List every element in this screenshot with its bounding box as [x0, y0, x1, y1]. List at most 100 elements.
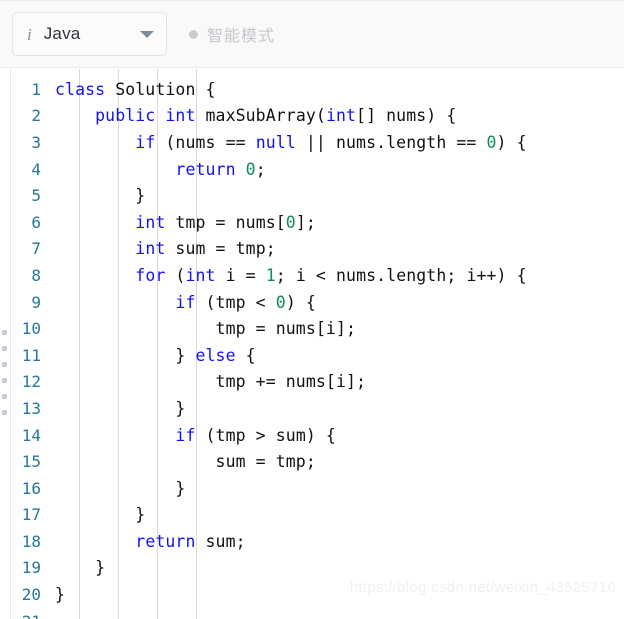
code-line[interactable]: 5 } — [11, 182, 624, 209]
handle-dot — [2, 346, 7, 351]
code-line[interactable]: 2 public int maxSubArray(int[] nums) { — [11, 103, 624, 130]
code-token: Solution { — [105, 79, 216, 99]
code-token: int — [135, 212, 166, 232]
code-line[interactable]: 9 if (tmp < 0) { — [11, 289, 624, 316]
line-number: 14 — [21, 425, 41, 445]
code-token: ) { — [496, 132, 527, 152]
line-number: 21 — [11, 612, 55, 619]
line-number: 9 — [31, 292, 41, 312]
panel-resize-handle[interactable] — [2, 330, 10, 415]
code-token: tmp = nums[ — [165, 212, 286, 232]
code-token: ; — [255, 159, 266, 179]
code-token: [] nums) { — [356, 106, 457, 126]
code-line[interactable]: 18 return sum; — [11, 528, 624, 555]
code-token: } — [55, 585, 66, 605]
code-token: { — [235, 345, 256, 365]
line-number: 1 — [31, 79, 41, 99]
code-token: } — [55, 398, 186, 418]
language-selector-label: Java — [43, 24, 81, 43]
handle-dot — [2, 410, 7, 415]
line-number: 11 — [21, 345, 41, 365]
code-text[interactable]: class Solution { — [55, 80, 216, 99]
code-line[interactable]: 19 } — [11, 555, 624, 582]
line-number: 10 — [21, 319, 41, 339]
code-token: tmp = nums[i]; — [55, 319, 357, 339]
code-token: || nums.length == — [295, 132, 487, 152]
code-token: maxSubArray( — [195, 106, 326, 126]
line-number: 8 — [31, 265, 41, 285]
code-token: (nums == — [155, 132, 256, 152]
code-text[interactable]: } else { — [55, 346, 256, 365]
line-number: 4 — [31, 159, 41, 179]
code-line-list[interactable]: 1 class Solution { 2 public int maxSubArra… — [11, 69, 624, 619]
code-token: int — [185, 265, 216, 285]
code-token: sum; — [195, 531, 246, 551]
code-text[interactable]: } — [55, 558, 105, 577]
code-line[interactable]: 3 if (nums == null || nums.length == 0) … — [11, 129, 624, 156]
code-text[interactable]: for (int i = 1; i < nums.length; i++) { — [55, 266, 527, 285]
language-selector[interactable]: i Java — [12, 12, 167, 56]
code-editor[interactable]: 1 class Solution { 2 public int maxSubArra… — [10, 69, 624, 619]
code-line[interactable]: 13 } — [11, 395, 624, 422]
line-number: 20 — [21, 585, 41, 605]
code-text[interactable]: tmp += nums[i]; — [55, 372, 366, 391]
smart-mode-toggle[interactable]: 智能模式 — [189, 22, 275, 46]
code-text[interactable]: int tmp = nums[0]; — [55, 213, 316, 232]
code-text[interactable]: sum = tmp; — [55, 452, 316, 471]
code-token: (tmp > sum) { — [195, 425, 336, 445]
code-token: } — [55, 558, 106, 578]
code-token: int — [325, 106, 357, 126]
code-text[interactable]: } — [55, 399, 185, 418]
code-line[interactable]: 14 if (tmp > sum) { — [11, 422, 624, 449]
code-token: return — [175, 159, 236, 179]
code-text[interactable]: return sum; — [55, 532, 246, 551]
code-token: null — [255, 132, 296, 152]
code-token: ; i < nums.length; i++) { — [275, 265, 527, 285]
code-line[interactable]: 6 int tmp = nums[0]; — [11, 209, 624, 236]
smart-mode-label: 智能模式 — [207, 28, 276, 45]
code-text[interactable]: } — [55, 505, 145, 524]
code-text[interactable]: } — [55, 479, 185, 498]
code-token: (tmp < — [195, 292, 276, 312]
code-text[interactable]: public int maxSubArray(int[] nums) { — [55, 106, 456, 125]
code-line[interactable]: 21 — [11, 608, 624, 619]
code-line[interactable]: 10 tmp = nums[i]; — [11, 315, 624, 342]
line-number: 13 — [21, 398, 41, 418]
status-dot-icon — [189, 29, 198, 39]
code-text[interactable]: } — [55, 585, 65, 604]
code-line[interactable]: 7 int sum = tmp; — [11, 236, 624, 263]
code-line[interactable]: 11 } else { — [11, 342, 624, 369]
line-number: 18 — [21, 531, 41, 551]
code-token: for — [135, 265, 166, 285]
code-line[interactable]: 4 return 0; — [11, 156, 624, 183]
code-text[interactable]: return 0; — [55, 160, 266, 179]
code-line[interactable]: 16 } — [11, 475, 624, 502]
line-number: 12 — [21, 372, 41, 392]
line-number: 3 — [31, 132, 41, 152]
code-line[interactable]: 8 for (int i = 1; i < nums.length; i++) … — [11, 262, 624, 289]
code-token: } — [55, 505, 146, 525]
code-text[interactable]: if (nums == null || nums.length == 0) { — [55, 133, 527, 152]
code-text[interactable]: if (tmp < 0) { — [55, 293, 316, 312]
code-text[interactable]: tmp = nums[i]; — [55, 319, 356, 338]
code-text[interactable]: if (tmp > sum) { — [55, 426, 336, 445]
handle-dot — [2, 362, 7, 367]
code-line[interactable]: 17 } — [11, 502, 624, 529]
code-token: class — [55, 79, 106, 99]
code-line[interactable]: 1 class Solution { — [11, 76, 624, 103]
code-token: sum = tmp; — [165, 239, 276, 259]
code-line[interactable]: 15 sum = tmp; — [11, 448, 624, 475]
code-token: public int — [95, 106, 196, 126]
code-line[interactable]: 20} — [11, 581, 624, 608]
code-token: ) { — [285, 292, 316, 312]
code-token: if — [175, 292, 196, 312]
chevron-down-icon[interactable] — [140, 30, 154, 38]
code-token: else — [195, 345, 236, 365]
code-line[interactable]: 12 tmp += nums[i]; — [11, 369, 624, 396]
code-text[interactable]: } — [55, 186, 145, 205]
code-text[interactable]: int sum = tmp; — [55, 239, 276, 258]
